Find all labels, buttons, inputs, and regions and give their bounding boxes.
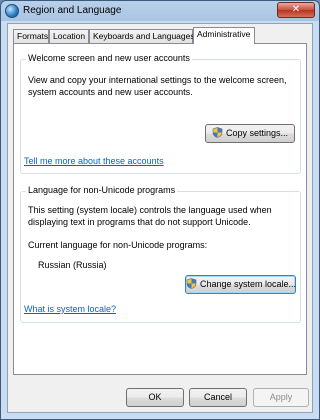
copy-settings-label: Copy settings... xyxy=(225,128,289,138)
tab-administrative[interactable]: Administrative xyxy=(193,27,255,44)
window-title: Region and Language xyxy=(23,5,122,16)
region-language-window: Region and Language ✕ Formats Location K… xyxy=(0,0,320,420)
copy-settings-button[interactable]: Copy settings... xyxy=(205,124,295,143)
tab-keyboards-and-languages[interactable]: Keyboards and Languages xyxy=(89,29,195,43)
uac-shield-icon xyxy=(212,127,223,138)
globe-icon xyxy=(5,4,19,18)
welcome-group-title: Welcome screen and new user accounts xyxy=(26,53,192,63)
current-language-label: Current language for non-Unicode program… xyxy=(28,240,208,250)
ok-button[interactable]: OK xyxy=(126,388,184,407)
administrative-panel: Welcome screen and new user accounts Vie… xyxy=(13,43,307,375)
change-system-locale-label: Change system locale... xyxy=(200,279,297,289)
title-bar[interactable]: Region and Language ✕ xyxy=(1,1,319,21)
non-unicode-group-title: Language for non-Unicode programs xyxy=(26,185,178,195)
dialog-button-bar: OK Cancel Apply xyxy=(8,386,312,412)
locale-description-line2: displaying text in programs that do not … xyxy=(28,217,251,227)
close-button[interactable]: ✕ xyxy=(277,2,315,18)
tab-location[interactable]: Location xyxy=(49,29,89,43)
uac-shield-icon xyxy=(186,278,197,289)
cancel-button[interactable]: Cancel xyxy=(189,388,247,407)
current-language-value: Russian (Russia) xyxy=(38,260,107,270)
welcome-description-line2: system accounts and new user accounts. xyxy=(28,87,193,97)
non-unicode-group: Language for non-Unicode programs This s… xyxy=(20,185,301,323)
welcome-screen-group: Welcome screen and new user accounts Vie… xyxy=(20,53,301,174)
what-is-system-locale-link[interactable]: What is system locale? xyxy=(24,303,116,315)
tab-formats[interactable]: Formats xyxy=(13,29,49,43)
welcome-description-line1: View and copy your international setting… xyxy=(28,75,287,85)
tell-me-more-link[interactable]: Tell me more about these accounts xyxy=(24,155,164,167)
locale-description-line1: This setting (system locale) controls th… xyxy=(28,205,272,215)
dialog-client-area: Formats Location Keyboards and Languages… xyxy=(7,23,313,413)
change-system-locale-button[interactable]: Change system locale... xyxy=(185,275,296,294)
apply-button: Apply xyxy=(253,388,309,407)
